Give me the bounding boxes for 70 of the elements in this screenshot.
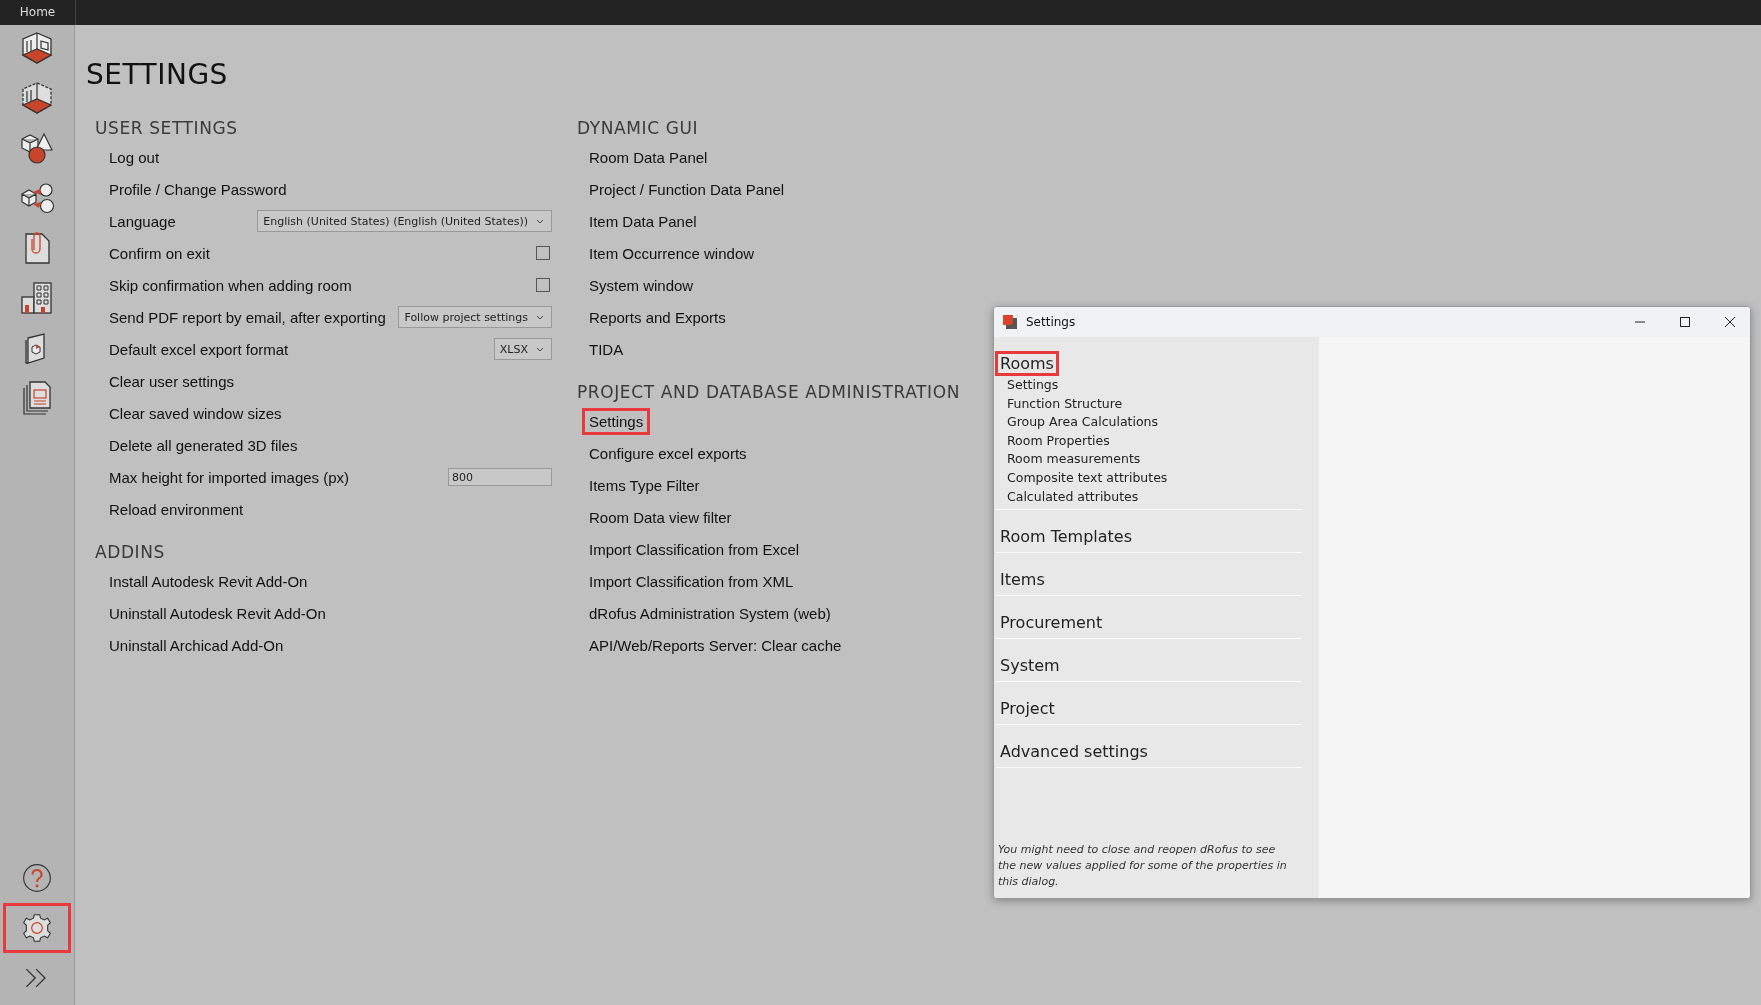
- section-heading: ADDINS: [95, 541, 166, 564]
- subcategory-item[interactable]: Calculated attributes: [1007, 487, 1168, 507]
- page-title: SETTINGS: [86, 58, 229, 91]
- setting-label: Language: [109, 212, 176, 230]
- setting-label: Max height for imported images (px): [109, 468, 350, 486]
- maximize-icon[interactable]: [1679, 316, 1691, 328]
- category-item[interactable]: Items: [995, 567, 1050, 593]
- settings-action-link[interactable]: Delete all generated 3D files: [109, 436, 298, 454]
- caret-icon: [536, 314, 544, 320]
- settings-action-link[interactable]: Room Data view filter: [582, 503, 739, 531]
- settings-action-link[interactable]: Clear user settings: [109, 372, 235, 390]
- settings-action-link[interactable]: Profile / Change Password: [109, 180, 287, 198]
- settings-action-link[interactable]: API/Web/Reports Server: Clear cache: [582, 631, 849, 659]
- settings-action-link[interactable]: Import Classification from Excel: [582, 535, 807, 563]
- subcategory-item[interactable]: Group Area Calculations: [1007, 413, 1168, 432]
- dropdown[interactable]: XLSX: [493, 338, 552, 360]
- linked-items-icon[interactable]: [19, 180, 55, 216]
- settings-action-link[interactable]: dRofus Administration System (web): [582, 599, 838, 627]
- settings-action-link[interactable]: Log out: [109, 148, 160, 166]
- setting-label: Send PDF report by email, after exporting: [109, 308, 386, 326]
- settings-action-link[interactable]: System window: [582, 271, 701, 299]
- dropdown[interactable]: Follow project settings: [398, 306, 552, 328]
- setting-label: Default excel export format: [109, 340, 289, 358]
- settings-action-link[interactable]: Uninstall Archicad Add-On: [109, 636, 284, 654]
- settings-action-link[interactable]: Room Data Panel: [582, 143, 715, 171]
- settings-action-link[interactable]: Project / Function Data Panel: [582, 175, 792, 203]
- sidebar-button[interactable]: [3, 903, 71, 953]
- category-item[interactable]: Rooms: [995, 351, 1059, 376]
- caret-icon: [536, 346, 544, 352]
- section-heading: PROJECT AND DATABASE ADMINISTRATION: [577, 381, 961, 404]
- building-icon[interactable]: [19, 280, 55, 316]
- info-note: You might need to close and reopen dRofus to see the new values applied for some of the properties in this dialog.: [997, 842, 1288, 890]
- category-item[interactable]: Room Templates: [995, 524, 1137, 550]
- subcategory-item[interactable]: Room measurements: [1007, 450, 1168, 469]
- setting-label: Confirm on exit: [109, 244, 210, 262]
- section-heading: DYNAMIC GUI: [577, 117, 700, 140]
- subcategory-item[interactable]: Function Structure: [1007, 394, 1168, 414]
- checkbox[interactable]: [536, 278, 550, 292]
- close-icon[interactable]: [1724, 316, 1736, 328]
- settings-action-link[interactable]: Import Classification from XML: [582, 567, 801, 595]
- category-item[interactable]: System: [995, 653, 1065, 679]
- settings-action-link[interactable]: Item Data Panel: [582, 207, 704, 235]
- settings-action-link[interactable]: Reports and Exports: [582, 303, 733, 331]
- settings-action-link[interactable]: Item Occurrence window: [582, 239, 762, 267]
- settings-action-link[interactable]: Settings: [582, 407, 651, 435]
- app-logo-icon: [1002, 314, 1018, 330]
- room-cube-icon[interactable]: [19, 30, 55, 66]
- category-item[interactable]: Procurement: [995, 610, 1108, 636]
- settings-action-link[interactable]: TIDA: [582, 335, 631, 363]
- settings-action-link[interactable]: Uninstall Autodesk Revit Add-On: [109, 604, 326, 622]
- setting-label: Skip confirmation when adding room: [109, 276, 352, 294]
- settings-action-link[interactable]: Items Type Filter: [582, 471, 707, 499]
- window-title: Settings: [1026, 315, 1076, 329]
- caret-icon: [536, 218, 544, 224]
- input-field[interactable]: 800: [448, 468, 552, 486]
- category-item[interactable]: Advanced settings: [995, 739, 1153, 765]
- settings-action-link[interactable]: Install Autodesk Revit Add-On: [109, 572, 308, 590]
- settings-action-link[interactable]: Reload environment: [109, 500, 244, 518]
- subcategory-item[interactable]: Room Properties: [1007, 431, 1168, 451]
- category-item[interactable]: Project: [995, 696, 1060, 722]
- help-icon[interactable]: [21, 862, 53, 894]
- settings-icon[interactable]: [21, 912, 53, 944]
- room-template-icon[interactable]: [19, 80, 55, 116]
- settings-action-link[interactable]: Clear saved window sizes: [109, 404, 282, 422]
- section-heading: USER SETTINGS: [95, 117, 239, 140]
- settings-action-link[interactable]: Configure excel exports: [582, 439, 754, 467]
- checkbox[interactable]: [536, 246, 550, 260]
- subcategory-item[interactable]: Composite text attributes: [1007, 468, 1168, 488]
- subcategory-item[interactable]: Settings: [1007, 376, 1168, 395]
- dropdown[interactable]: English (United States) (English (United States)): [257, 210, 552, 232]
